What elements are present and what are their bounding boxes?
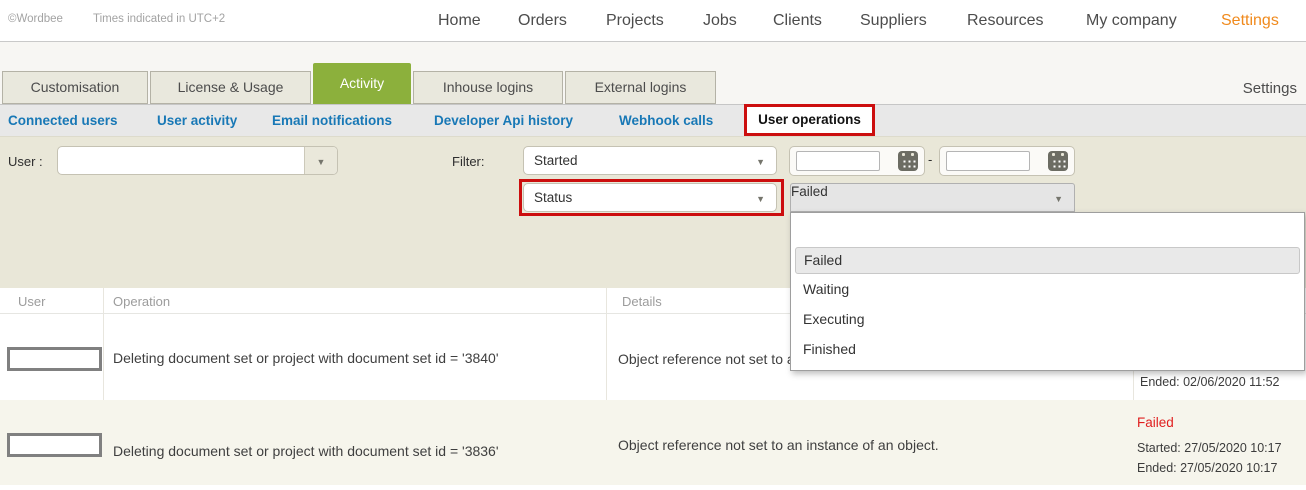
- user-filter-label: User :: [8, 154, 43, 169]
- activity-subnav: Connected users User activity Email noti…: [0, 104, 1306, 136]
- date-from-calendar-button[interactable]: [897, 150, 919, 172]
- date-to-group: [939, 146, 1075, 176]
- nav-clients[interactable]: Clients: [773, 0, 822, 42]
- nav-home[interactable]: Home: [438, 0, 481, 42]
- subnav-email-notifications[interactable]: Email notifications: [272, 105, 392, 137]
- date-to-calendar-button[interactable]: [1047, 150, 1069, 172]
- ended-timestamp: Ended: 02/06/2020 11:52: [1140, 375, 1279, 389]
- timezone-note: Times indicated in UTC+2: [93, 13, 225, 25]
- user-combobox[interactable]: [57, 146, 338, 175]
- tab-inhouse-logins[interactable]: Inhouse logins: [413, 71, 563, 104]
- tab-strip: Customisation License & Usage Activity I…: [0, 42, 1306, 104]
- status-field-select[interactable]: Status: [523, 183, 777, 212]
- chevron-down-icon: [1054, 184, 1063, 211]
- annotation-box-user-operations: User operations: [744, 104, 875, 136]
- subnav-connected-users[interactable]: Connected users: [8, 105, 118, 137]
- status-dropdown-menu: Failed Waiting Executing Finished: [790, 212, 1305, 371]
- status-value: Failed: [791, 184, 828, 199]
- subnav-developer-api-history[interactable]: Developer Api history: [434, 105, 573, 137]
- date-to-input[interactable]: [946, 151, 1030, 171]
- nav-my-company[interactable]: My company: [1086, 0, 1177, 42]
- status-badge: Failed: [1137, 415, 1174, 430]
- subnav-user-activity[interactable]: User activity: [157, 105, 237, 137]
- column-header-details: Details: [622, 294, 662, 309]
- status-value-select[interactable]: Failed: [790, 183, 1075, 212]
- filter-field-value: Started: [534, 147, 578, 174]
- started-timestamp: Started: 27/05/2020 10:17: [1137, 441, 1282, 455]
- date-from-group: [789, 146, 925, 176]
- tab-license-usage[interactable]: License & Usage: [150, 71, 311, 104]
- table-row: Deleting document set or project with do…: [0, 400, 1306, 485]
- operation-cell: Deleting document set or project with do…: [113, 443, 499, 459]
- calendar-icon: [1048, 151, 1068, 171]
- user-redacted-box: [7, 433, 102, 457]
- date-range-separator: -: [928, 152, 932, 167]
- filter-label: Filter:: [452, 154, 485, 169]
- nav-resources[interactable]: Resources: [967, 0, 1043, 42]
- status-option-failed[interactable]: Failed: [795, 247, 1300, 274]
- tab-customisation[interactable]: Customisation: [2, 71, 148, 104]
- ended-timestamp: Ended: 27/05/2020 10:17: [1137, 461, 1277, 475]
- nav-orders[interactable]: Orders: [518, 0, 567, 42]
- page-title: Settings: [1243, 80, 1297, 97]
- nav-settings[interactable]: Settings: [1221, 0, 1279, 42]
- filter-field-select[interactable]: Started: [523, 146, 777, 175]
- calendar-icon: [898, 151, 918, 171]
- subnav-user-operations[interactable]: User operations: [747, 107, 872, 133]
- nav-suppliers[interactable]: Suppliers: [860, 0, 927, 42]
- tab-activity[interactable]: Activity: [313, 63, 411, 104]
- chevron-down-icon: [756, 147, 765, 174]
- column-header-user: User: [18, 294, 45, 309]
- status-option-finished[interactable]: Finished: [791, 334, 1304, 364]
- nav-jobs[interactable]: Jobs: [703, 0, 737, 42]
- details-cell: Object reference not set to an instance …: [618, 437, 939, 453]
- status-option-empty[interactable]: [791, 213, 1304, 247]
- nav-projects[interactable]: Projects: [606, 0, 664, 42]
- status-option-waiting[interactable]: Waiting: [791, 274, 1304, 304]
- page: ©Wordbee Times indicated in UTC+2 Home O…: [0, 0, 1306, 490]
- copyright-label: ©Wordbee: [8, 13, 63, 25]
- operation-cell: Deleting document set or project with do…: [113, 350, 499, 366]
- date-from-input[interactable]: [796, 151, 880, 171]
- user-redacted-box: [7, 347, 102, 371]
- chevron-down-icon: [756, 184, 765, 211]
- status-option-executing[interactable]: Executing: [791, 304, 1304, 334]
- status-field-value: Status: [534, 184, 572, 211]
- top-bar: ©Wordbee Times indicated in UTC+2 Home O…: [0, 0, 1306, 42]
- subnav-webhook-calls[interactable]: Webhook calls: [619, 105, 713, 137]
- tab-external-logins[interactable]: External logins: [565, 71, 716, 104]
- column-header-operation: Operation: [113, 294, 170, 309]
- chevron-down-icon[interactable]: [304, 147, 337, 174]
